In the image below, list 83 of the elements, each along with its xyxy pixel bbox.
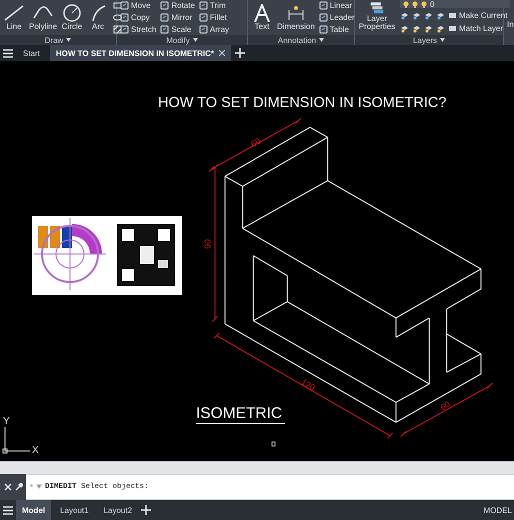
point-marker — [272, 442, 276, 447]
file-tab[interactable]: Start — [17, 45, 46, 62]
line-icon — [3, 4, 25, 22]
tool-icon — [160, 1, 170, 10]
ribbon-button[interactable]: Line — [3, 0, 25, 35]
ribbon-button[interactable]: Rotate — [160, 0, 195, 11]
ribbon-button[interactable]: Dimension — [277, 0, 315, 35]
layer-tool-icon[interactable] — [400, 11, 409, 20]
ribbon-button[interactable]: Trim — [198, 0, 230, 11]
caret-icon[interactable] — [319, 38, 324, 42]
caret-icon[interactable] — [192, 38, 198, 42]
ribbon-button[interactable]: Array — [198, 24, 230, 35]
ribbon-button[interactable]: Arc — [87, 0, 110, 35]
layer-tool-icon[interactable] — [412, 11, 421, 20]
menu-icon[interactable] — [3, 48, 13, 58]
tool-icon — [318, 13, 328, 22]
dimension-text: 120 — [299, 376, 317, 393]
ribbon-button[interactable]: Scale — [160, 24, 195, 35]
tool-icon — [160, 13, 170, 22]
tool-icon — [198, 1, 208, 10]
ribbon-button[interactable]: Fillet — [198, 12, 230, 23]
close-icon[interactable] — [219, 50, 225, 56]
ucs-icon — [2, 426, 30, 454]
tool-icon — [160, 25, 170, 34]
ribbon-button[interactable]: Make Current — [448, 10, 508, 21]
circle-icon — [61, 4, 84, 22]
dimension-text: 60 — [438, 399, 452, 413]
tool-icon — [318, 1, 328, 10]
ribbon-button[interactable]: Polyline — [29, 0, 58, 35]
ribbon-button[interactable]: Copy — [120, 12, 156, 23]
axis-label: X — [32, 445, 39, 456]
axis-label: Y — [3, 416, 10, 428]
layer-tool-icon[interactable] — [436, 11, 445, 20]
ribbon-button[interactable]: Text — [251, 0, 273, 35]
layer-tool-icon[interactable] — [400, 24, 409, 33]
ribbon-button[interactable]: Table — [318, 24, 355, 35]
bulb-icon[interactable] — [421, 0, 427, 8]
ribbon-button[interactable]: Match Layer — [448, 23, 504, 34]
layout-tab[interactable]: Model — [16, 500, 52, 520]
wrench-icon[interactable] — [14, 483, 22, 491]
layer-name: 0 — [430, 0, 434, 8]
ellipse-icon[interactable] — [113, 13, 122, 22]
plus-icon[interactable] — [235, 48, 245, 58]
panel-title[interactable]: Annotation — [248, 35, 354, 46]
dimension-text: 90 — [202, 239, 213, 249]
ribbon-button[interactable]: Layer Properties — [358, 0, 396, 35]
layout-tab[interactable]: Layout1 — [54, 500, 95, 520]
menu-icon[interactable] — [3, 506, 13, 514]
panel-title[interactable]: Modify — [117, 35, 247, 46]
tool-icon — [120, 13, 129, 22]
hatch-icon[interactable] — [113, 25, 122, 34]
plus-icon[interactable] — [141, 505, 152, 515]
model-status[interactable]: MODEL — [484, 506, 514, 514]
panel-title[interactable]: Draw — [0, 35, 116, 46]
layout-tab[interactable]: Layout2 — [98, 500, 138, 520]
ribbon-button[interactable]: Leader — [318, 12, 355, 23]
tool-icon — [120, 1, 129, 10]
tool-icon — [318, 25, 328, 34]
layer-tool-icon[interactable] — [424, 24, 433, 33]
panel-title[interactable]: Layers — [355, 35, 503, 46]
tool-icon — [198, 25, 208, 34]
ribbon-button[interactable]: Move — [120, 0, 156, 11]
layer-tool-icon[interactable] — [424, 11, 433, 20]
tool-icon — [198, 13, 208, 22]
text-icon — [251, 4, 273, 22]
ribbon-button[interactable]: Circle — [61, 0, 84, 35]
close-icon[interactable] — [4, 483, 12, 491]
rectangle-icon[interactable] — [113, 1, 122, 10]
ribbon-button[interactable]: Mirror — [160, 12, 195, 23]
layer-tool-icon[interactable] — [436, 24, 445, 33]
caret-icon[interactable] — [66, 38, 72, 42]
ribbon-button[interactable]: Linear — [318, 0, 355, 11]
caret-icon[interactable] — [440, 38, 445, 42]
prompt-icon[interactable] — [30, 484, 42, 490]
layer-tool-icon[interactable] — [412, 24, 421, 33]
layer-dropdown[interactable]: 0 — [400, 0, 510, 8]
drawing-title: HOW TO SET DIMENSION IN ISOMETRIC? — [158, 95, 446, 112]
view-label: ISOMETRIC — [196, 405, 282, 422]
bulb-icon[interactable] — [412, 0, 418, 8]
tool-icon — [120, 25, 129, 34]
ribbon-button[interactable]: Stretch — [120, 24, 156, 35]
bulb-icon[interactable] — [403, 0, 409, 8]
file-tab[interactable]: HOW TO SET DIMENSION IN ISOMETRIC* — [50, 45, 231, 62]
